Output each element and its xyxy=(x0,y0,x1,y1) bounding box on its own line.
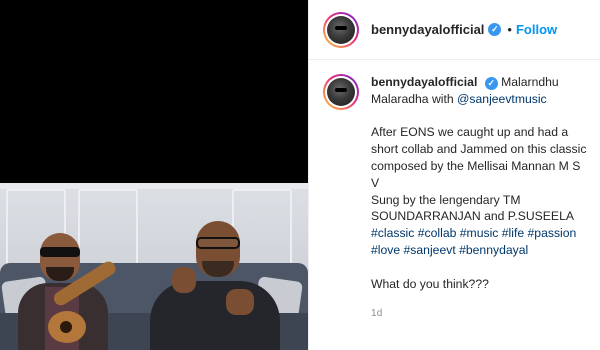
caption-paragraph: Sung by the lengendary TM SOUNDARRANJAN … xyxy=(371,192,574,224)
avatar-photo xyxy=(327,15,355,44)
hand xyxy=(172,267,196,293)
verified-badge-icon: ✓ xyxy=(488,23,502,36)
mention-link[interactable]: @sanjeevtmusic xyxy=(457,92,547,106)
wall-panel xyxy=(232,189,292,273)
post-header: bennydayalofficial ✓ • Follow xyxy=(309,0,600,60)
caption-paragraph: After EONS we caught up and had a short … xyxy=(371,125,587,190)
hashtag-link[interactable]: #collab xyxy=(418,226,457,240)
hashtag-link[interactable]: #bennydayal xyxy=(459,243,528,257)
avatar-photo xyxy=(327,78,355,106)
hashtag-link[interactable]: #passion xyxy=(528,226,577,240)
verified-badge-icon: ✓ xyxy=(484,77,498,90)
separator-dot: • xyxy=(507,22,512,37)
avatar[interactable] xyxy=(323,11,359,48)
video-frame[interactable] xyxy=(0,183,308,350)
ukulele-soundhole xyxy=(60,321,72,333)
caption-title: Malarndhu xyxy=(501,75,559,89)
post-media[interactable] xyxy=(0,0,308,350)
person-right-body xyxy=(150,281,280,350)
hashtag-link[interactable]: #sanjeevt xyxy=(404,243,456,257)
post-side-panel: bennydayalofficial ✓ • Follow bennydayal… xyxy=(308,0,600,350)
hashtag-link[interactable]: #classic xyxy=(371,226,414,240)
hashtag-link[interactable]: #life xyxy=(502,226,524,240)
caption-text: bennydayalofficial ✓ Malarndhu Malaradha… xyxy=(371,74,591,323)
sunglasses xyxy=(40,247,80,257)
hashtag-list: #classic #collab #music #life #passion #… xyxy=(371,225,591,259)
caption-title: Malaradha with xyxy=(371,91,454,106)
hashtag-link[interactable]: #love xyxy=(371,243,400,257)
caption-username-link[interactable]: bennydayalofficial xyxy=(371,75,477,89)
post-timestamp[interactable]: 1d xyxy=(371,306,591,323)
follow-button[interactable]: Follow xyxy=(516,22,557,37)
eyeglasses xyxy=(196,237,240,249)
caption-question: What do you think??? xyxy=(371,276,489,291)
hashtag-link[interactable]: #music xyxy=(460,226,499,240)
hand xyxy=(226,289,254,315)
caption-comment: bennydayalofficial ✓ Malarndhu Malaradha… xyxy=(323,74,593,323)
username-link[interactable]: bennydayalofficial xyxy=(371,22,484,37)
avatar[interactable] xyxy=(323,74,359,110)
